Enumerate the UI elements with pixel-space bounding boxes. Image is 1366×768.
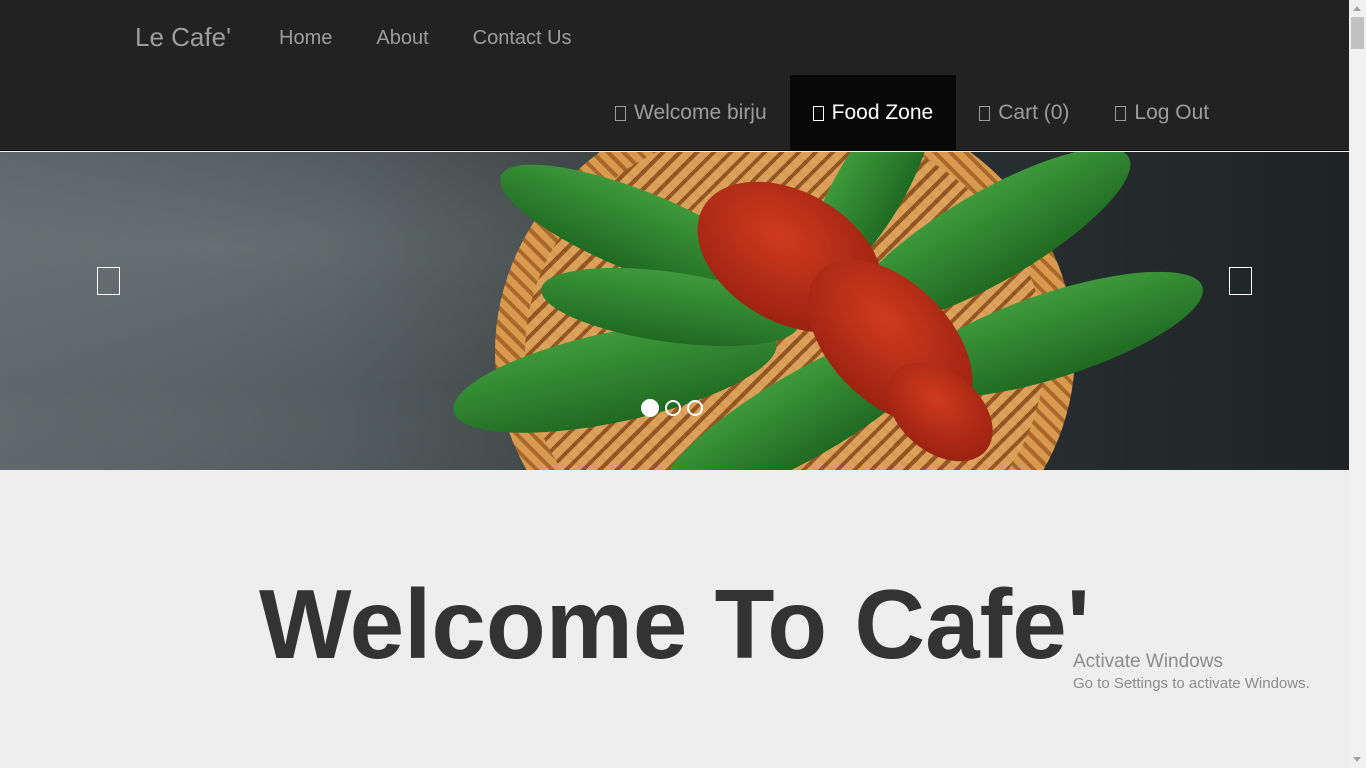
scroll-up-arrow-icon[interactable]: [1353, 6, 1361, 11]
carousel-next-button[interactable]: [1229, 267, 1252, 295]
carousel-indicator-1[interactable]: [641, 399, 659, 417]
nav-cart-label: Cart (0): [998, 100, 1070, 124]
nav-about-link[interactable]: About: [354, 0, 450, 75]
carousel-indicators: [641, 399, 703, 417]
hero-carousel: [0, 152, 1349, 470]
scrollbar-thumb[interactable]: [1351, 17, 1364, 49]
nav-right-links: Welcome birju Food Zone Cart (0) Log Out: [592, 75, 1232, 150]
nav-top-links: Home About Contact Us: [257, 0, 594, 75]
navbar: Le Cafe' Home About Contact Us Welcome b…: [0, 0, 1349, 151]
nav-logout-label: Log Out: [1134, 100, 1210, 124]
nav-food-zone[interactable]: Food Zone: [789, 75, 957, 150]
nav-contact-link[interactable]: Contact Us: [451, 0, 594, 75]
log-out-icon: [1115, 105, 1127, 121]
watermark-subtitle: Go to Settings to activate Windows.: [1073, 675, 1310, 692]
activate-windows-watermark: Activate Windows Go to Settings to activ…: [1073, 651, 1310, 695]
nav-home-link[interactable]: Home: [257, 0, 354, 75]
carousel-indicator-3[interactable]: [687, 400, 703, 416]
carousel-indicator-2[interactable]: [665, 400, 681, 416]
nav-food-zone-label: Food Zone: [831, 100, 934, 124]
scroll-down-arrow-icon[interactable]: [1353, 757, 1361, 762]
nav-cart[interactable]: Cart (0): [956, 75, 1092, 150]
user-icon: [615, 105, 626, 121]
watermark-title: Activate Windows: [1073, 651, 1223, 672]
carousel-prev-button[interactable]: [97, 267, 120, 295]
nav-logout[interactable]: Log Out: [1092, 75, 1232, 150]
shopping-cart-icon: [979, 105, 991, 121]
cutlery-icon: [812, 105, 824, 121]
brand-link[interactable]: Le Cafe': [135, 21, 231, 53]
nav-welcome-label: Welcome birju: [634, 100, 767, 124]
vertical-scrollbar[interactable]: [1349, 0, 1366, 768]
nav-welcome-user[interactable]: Welcome birju: [592, 75, 790, 150]
